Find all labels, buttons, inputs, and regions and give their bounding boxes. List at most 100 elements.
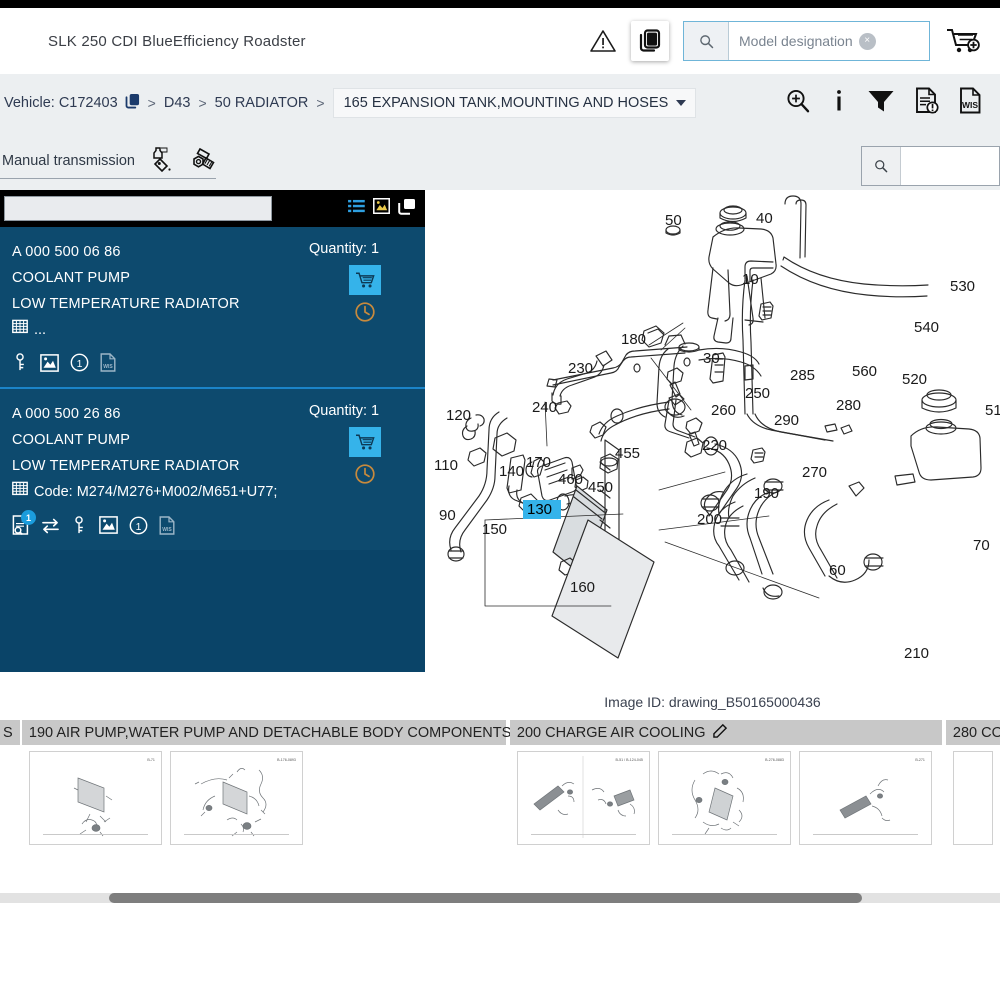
clear-search-icon[interactable]: × [858,32,876,50]
key-icon[interactable] [71,515,88,540]
diagram-callout[interactable]: 190 [754,485,779,502]
diagram-callout[interactable]: 285 [790,367,815,384]
diagram-callout[interactable]: 60 [829,562,846,579]
info-circle-icon[interactable]: 1 [129,516,148,540]
assembly-thumbnail[interactable]: B-51 / B-124-045 [516,751,650,845]
copy-documents-icon[interactable] [631,21,669,61]
assembly-thumbnail[interactable]: B-176-0893 [169,751,303,845]
diagram-callout[interactable]: 510 [985,402,1000,419]
add-to-cart-icon[interactable] [349,265,381,295]
assembly-thumbnail[interactable]: B-71 [28,751,162,845]
breadcrumb-item-1[interactable]: 50 RADIATOR [215,95,309,111]
diagram-callout[interactable]: 210 [904,645,929,662]
diagram-callout[interactable]: 180 [621,331,646,348]
duplicate-window-icon[interactable] [398,198,416,220]
diagram-callout[interactable]: 70 [973,537,990,554]
assembly-thumbnail[interactable]: B-271 [798,751,932,845]
search-icon [862,147,901,185]
wis-document-icon[interactable]: WIS [100,353,116,377]
diagram-callout[interactable]: 530 [950,278,975,295]
breadcrumb-vehicle[interactable]: Vehicle: C172403 [4,95,118,111]
history-clock-icon[interactable] [354,301,376,328]
diagram-callout[interactable]: 200 [697,511,722,528]
sub-toolbar: Manual transmission [0,132,1000,190]
assembly-tab-header[interactable]: S [0,720,20,745]
assembly-thumbnail[interactable]: B-276-0883 [657,751,791,845]
diagram-callout[interactable]: 40 [756,210,773,227]
diagram-callout[interactable]: 450 [588,479,613,496]
parts-filter-input[interactable] [4,196,272,221]
chevron-down-icon [676,100,687,106]
diagram-callout[interactable]: 10 [742,271,759,288]
assembly-tab-group[interactable]: 190 AIR PUMP,WATER PUMP AND DETACHABLE B… [21,720,534,845]
image-icon[interactable] [40,353,59,377]
part-info: A 000 500 26 86 COOLANT PUMP LOW TEMPERA… [0,401,305,540]
add-to-cart-icon[interactable] [349,427,381,457]
diagram-callout[interactable]: 170 [526,454,551,471]
diagram-callout[interactable]: 560 [852,363,877,380]
diagram-callout[interactable]: 50 [665,212,682,229]
image-icon[interactable] [99,516,118,539]
zoom-in-icon[interactable] [785,88,811,119]
diagram-callout[interactable]: 220 [702,437,727,454]
grid-table-icon[interactable] [12,317,28,343]
document-alert-icon[interactable] [915,87,939,119]
breadcrumb-item-0[interactable]: D43 [164,95,191,111]
thumbnail-underline [813,834,918,835]
bolt-nut-icon[interactable] [187,145,217,178]
add-to-cart-icon[interactable] [944,24,982,58]
diagram-callout[interactable]: 90 [439,507,456,524]
diagram-callout[interactable]: 140 [499,463,524,480]
diagram-callout[interactable]: 160 [570,579,595,596]
search-input[interactable]: Model designation × [729,22,929,60]
diagram-callout[interactable]: 540 [914,319,939,336]
grid-table-icon[interactable] [12,479,28,505]
part-list-item[interactable]: A 000 500 26 86 COOLANT PUMP LOW TEMPERA… [0,387,425,550]
part-list-item[interactable]: A 000 500 06 86 COOLANT PUMP LOW TEMPERA… [0,227,425,387]
history-clock-icon[interactable] [354,463,376,490]
diagram-callout[interactable]: 130 [527,501,552,518]
key-icon[interactable] [12,353,29,377]
wis-document-icon[interactable]: WIS [959,87,982,119]
filter-icon[interactable] [867,88,895,119]
vehicle-title: SLK 250 CDI BlueEfficiency Roadster [48,32,306,50]
diagram-callout[interactable]: 455 [615,445,640,462]
diagram-callout[interactable]: 270 [802,464,827,481]
fluid-label-icon[interactable] [147,145,175,178]
assembly-thumbnail[interactable] [952,751,993,845]
warning-triangle-icon[interactable] [589,28,617,54]
image-view-icon[interactable] [373,198,390,219]
diagram-callout[interactable]: 110 [434,457,458,474]
parts-diagram[interactable]: 50 40 10 530 540 180 30 230 285 560 520 250 240 260 28… [425,190,1000,672]
document-search-icon[interactable]: 1 [12,510,36,540]
assembly-tab-group[interactable]: 280 COO [945,720,1000,845]
edit-pencil-icon[interactable] [713,723,728,742]
diagram-callout[interactable]: 150 [482,521,507,538]
horizontal-scrollbar-thumb[interactable] [109,893,862,903]
model-designation-search[interactable]: Model designation × [683,21,930,61]
assembly-tab-header[interactable]: 280 COO [945,720,1000,745]
diagram-callout[interactable]: 120 [446,407,471,424]
diagram-callout[interactable]: 240 [532,399,557,416]
assembly-tab-group[interactable]: 200 CHARGE AIR COOLING B-51 / B-124-045 [509,720,942,845]
assembly-tab-header[interactable]: 200 CHARGE AIR COOLING [509,720,942,745]
diagram-callout[interactable]: 460 [558,471,583,488]
secondary-search[interactable] [861,146,1000,186]
assembly-tab-group[interactable]: S [0,720,20,745]
breadcrumb-current-dropdown[interactable]: 165 EXPANSION TANK,MOUNTING AND HOSES [332,88,697,118]
secondary-search-input[interactable] [901,147,999,185]
diagram-callout[interactable]: 260 [711,402,736,419]
wis-document-icon[interactable]: WIS [159,515,175,540]
info-circle-icon[interactable]: 1 [70,353,89,377]
diagram-callout[interactable]: 250 [745,385,770,402]
list-view-icon[interactable] [348,199,365,219]
diagram-callout[interactable]: 290 [774,412,799,429]
diagram-callout[interactable]: 520 [902,371,927,388]
diagram-callout[interactable]: 280 [836,397,861,414]
diagram-callout[interactable]: 30 [703,350,720,367]
diagram-callout[interactable]: 230 [568,360,593,377]
copy-icon[interactable] [125,93,140,113]
assembly-tab-header[interactable]: 190 AIR PUMP,WATER PUMP AND DETACHABLE B… [21,720,534,745]
exchange-arrows-icon[interactable] [41,517,60,539]
info-icon[interactable] [831,88,847,119]
